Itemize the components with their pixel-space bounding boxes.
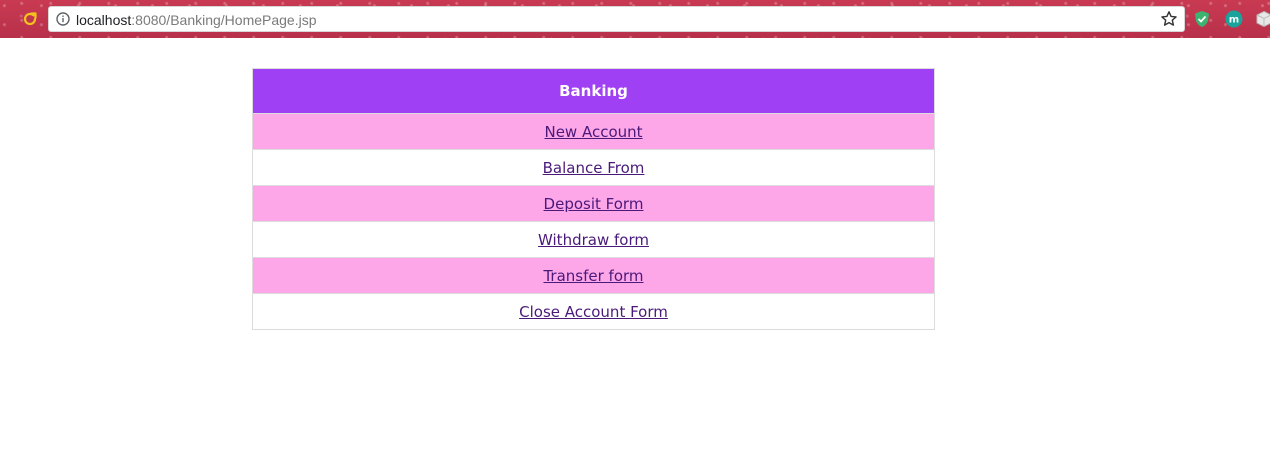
banking-menu-table: Banking New Account Balance From Deposit… (252, 68, 935, 330)
m-extension-icon[interactable]: m (1225, 10, 1243, 28)
menu-row-close-account: Close Account Form (252, 293, 935, 330)
banking-header-row: Banking (252, 68, 935, 114)
url-host: localhost (76, 12, 132, 28)
menu-cell: Deposit Form (252, 185, 935, 222)
m-extension-label: m (1229, 15, 1239, 26)
menu-row-deposit: Deposit Form (252, 185, 935, 222)
deposit-form-link[interactable]: Deposit Form (544, 195, 644, 213)
menu-row-withdraw: Withdraw form (252, 221, 935, 258)
info-icon[interactable] (56, 12, 70, 26)
menu-cell: New Account (252, 113, 935, 150)
browser-toolbar: localhost:8080/Banking/HomePage.jsp m (0, 0, 1270, 38)
menu-cell: Transfer form (252, 257, 935, 294)
menu-cell: Withdraw form (252, 221, 935, 258)
balance-form-link[interactable]: Balance From (543, 159, 645, 177)
new-account-link[interactable]: New Account (544, 123, 642, 141)
menu-row-new-account: New Account (252, 113, 935, 150)
star-icon[interactable] (1160, 10, 1178, 28)
shield-extension-icon[interactable] (1193, 10, 1211, 28)
menu-cell: Close Account Form (252, 293, 935, 330)
transfer-form-link[interactable]: Transfer form (543, 267, 643, 285)
reload-icon[interactable] (20, 9, 40, 29)
close-account-form-link[interactable]: Close Account Form (519, 303, 668, 321)
menu-row-balance: Balance From (252, 149, 935, 186)
cube-extension-icon[interactable] (1255, 10, 1270, 28)
url-text: localhost:8080/Banking/HomePage.jsp (76, 11, 317, 29)
address-bar[interactable]: localhost:8080/Banking/HomePage.jsp (48, 6, 1185, 32)
menu-row-transfer: Transfer form (252, 257, 935, 294)
withdraw-form-link[interactable]: Withdraw form (538, 231, 649, 249)
menu-cell: Balance From (252, 149, 935, 186)
banking-header: Banking (252, 68, 935, 114)
url-path: :8080/Banking/HomePage.jsp (131, 12, 317, 28)
